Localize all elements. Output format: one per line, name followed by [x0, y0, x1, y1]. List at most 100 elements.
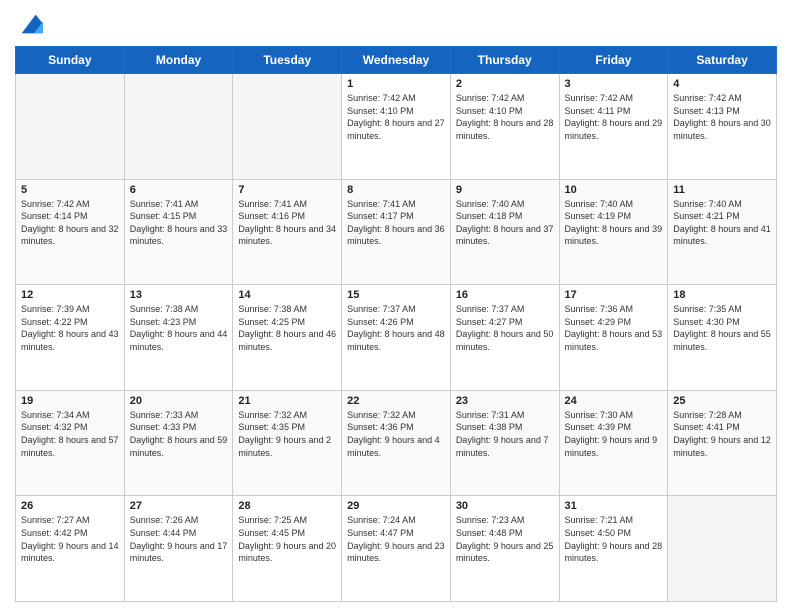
day-number: 30: [456, 500, 554, 512]
day-number: 9: [456, 184, 554, 196]
calendar-cell: 8 Sunrise: 7:41 AMSunset: 4:17 PMDaylight…: [342, 179, 451, 285]
calendar-cell: 29 Sunrise: 7:24 AMSunset: 4:47 PMDayligh…: [342, 496, 451, 602]
calendar-week-1: 1Sunrise: 7:42 AMSunset: 4:10 PMDaylight…: [16, 74, 777, 180]
calendar-week-5: 26 Sunrise: 7:27 AMSunset: 4:42 PMDayligh…: [16, 496, 777, 602]
day-info: Sunrise: 7:42 AMSunset: 4:10 PMDaylight:…: [347, 92, 445, 142]
calendar-cell: 11 Sunrise: 7:40 AMSunset: 4:21 PMDayligh…: [668, 179, 777, 285]
calendar-cell: 9 Sunrise: 7:40 AMSunset: 4:18 PMDaylight…: [450, 179, 559, 285]
calendar-cell: 31 Sunrise: 7:21 AMSunset: 4:50 PMDayligh…: [559, 496, 668, 602]
calendar-cell: 20 Sunrise: 7:33 AMSunset: 4:33 PMDayligh…: [124, 390, 233, 496]
day-info: Sunrise: 7:31 AMSunset: 4:38 PMDaylight:…: [456, 409, 554, 459]
day-info: Sunrise: 7:41 AMSunset: 4:15 PMDaylight:…: [130, 198, 228, 248]
day-number: 25: [673, 395, 771, 407]
day-info: Sunrise: 7:23 AMSunset: 4:48 PMDaylight:…: [456, 514, 554, 564]
day-header-friday: Friday: [559, 47, 668, 74]
day-info: Sunrise: 7:37 AMSunset: 4:26 PMDaylight:…: [347, 303, 445, 353]
day-info: Sunrise: 7:42 AMSunset: 4:13 PMDaylight:…: [673, 92, 771, 142]
calendar-cell: 15 Sunrise: 7:37 AMSunset: 4:26 PMDayligh…: [342, 285, 451, 391]
calendar-cell: 25Sunrise: 7:28 AMSunset: 4:41 PMDayligh…: [668, 390, 777, 496]
day-header-saturday: Saturday: [668, 47, 777, 74]
calendar-body: 1Sunrise: 7:42 AMSunset: 4:10 PMDaylight…: [16, 74, 777, 602]
day-info: Sunrise: 7:21 AMSunset: 4:50 PMDaylight:…: [565, 514, 663, 564]
day-number: 31: [565, 500, 663, 512]
calendar-cell: 21 Sunrise: 7:32 AMSunset: 4:35 PMDayligh…: [233, 390, 342, 496]
day-info: Sunrise: 7:40 AMSunset: 4:18 PMDaylight:…: [456, 198, 554, 248]
calendar-cell: 17 Sunrise: 7:36 AMSunset: 4:29 PMDayligh…: [559, 285, 668, 391]
day-number: 13: [130, 289, 228, 301]
day-info: Sunrise: 7:27 AMSunset: 4:42 PMDaylight:…: [21, 514, 119, 564]
calendar-cell: [16, 74, 125, 180]
day-header-tuesday: Tuesday: [233, 47, 342, 74]
calendar-cell: 28 Sunrise: 7:25 AMSunset: 4:45 PMDayligh…: [233, 496, 342, 602]
day-info: Sunrise: 7:33 AMSunset: 4:33 PMDaylight:…: [130, 409, 228, 459]
day-number: 16: [456, 289, 554, 301]
day-info: Sunrise: 7:30 AMSunset: 4:39 PMDaylight:…: [565, 409, 663, 459]
day-info: Sunrise: 7:38 AMSunset: 4:25 PMDaylight:…: [238, 303, 336, 353]
day-number: 26: [21, 500, 119, 512]
day-number: 15: [347, 289, 445, 301]
page: SundayMondayTuesdayWednesdayThursdayFrid…: [0, 0, 792, 612]
day-number: 2: [456, 78, 554, 90]
logo: [15, 10, 45, 38]
day-number: 29: [347, 500, 445, 512]
calendar-cell: 12 Sunrise: 7:39 AMSunset: 4:22 PMDayligh…: [16, 285, 125, 391]
day-number: 3: [565, 78, 663, 90]
day-info: Sunrise: 7:40 AMSunset: 4:19 PMDaylight:…: [565, 198, 663, 248]
day-header-sunday: Sunday: [16, 47, 125, 74]
day-info: Sunrise: 7:36 AMSunset: 4:29 PMDaylight:…: [565, 303, 663, 353]
calendar-cell: 16 Sunrise: 7:37 AMSunset: 4:27 PMDayligh…: [450, 285, 559, 391]
day-number: 20: [130, 395, 228, 407]
day-info: Sunrise: 7:25 AMSunset: 4:45 PMDaylight:…: [238, 514, 336, 564]
calendar-cell: 3Sunrise: 7:42 AMSunset: 4:11 PMDaylight…: [559, 74, 668, 180]
day-info: Sunrise: 7:26 AMSunset: 4:44 PMDaylight:…: [130, 514, 228, 564]
calendar-cell: 5Sunrise: 7:42 AMSunset: 4:14 PMDaylight…: [16, 179, 125, 285]
day-header-wednesday: Wednesday: [342, 47, 451, 74]
day-info: Sunrise: 7:38 AMSunset: 4:23 PMDaylight:…: [130, 303, 228, 353]
day-number: 23: [456, 395, 554, 407]
calendar-cell: 23 Sunrise: 7:31 AMSunset: 4:38 PMDayligh…: [450, 390, 559, 496]
day-info: Sunrise: 7:24 AMSunset: 4:47 PMDaylight:…: [347, 514, 445, 564]
day-number: 22: [347, 395, 445, 407]
calendar-week-3: 12 Sunrise: 7:39 AMSunset: 4:22 PMDayligh…: [16, 285, 777, 391]
calendar-cell: 1Sunrise: 7:42 AMSunset: 4:10 PMDaylight…: [342, 74, 451, 180]
day-header-monday: Monday: [124, 47, 233, 74]
calendar-cell: 26 Sunrise: 7:27 AMSunset: 4:42 PMDayligh…: [16, 496, 125, 602]
day-number: 7: [238, 184, 336, 196]
day-number: 12: [21, 289, 119, 301]
day-info: Sunrise: 7:42 AMSunset: 4:14 PMDaylight:…: [21, 198, 119, 248]
day-info: Sunrise: 7:32 AMSunset: 4:36 PMDaylight:…: [347, 409, 445, 459]
day-number: 11: [673, 184, 771, 196]
calendar-cell: 2Sunrise: 7:42 AMSunset: 4:10 PMDaylight…: [450, 74, 559, 180]
day-number: 10: [565, 184, 663, 196]
calendar-table: SundayMondayTuesdayWednesdayThursdayFrid…: [15, 46, 777, 602]
calendar-cell: 4 Sunrise: 7:42 AMSunset: 4:13 PMDaylight…: [668, 74, 777, 180]
day-info: Sunrise: 7:32 AMSunset: 4:35 PMDaylight:…: [238, 409, 336, 459]
day-number: 28: [238, 500, 336, 512]
day-number: 21: [238, 395, 336, 407]
calendar-cell: 6 Sunrise: 7:41 AMSunset: 4:15 PMDaylight…: [124, 179, 233, 285]
day-info: Sunrise: 7:34 AMSunset: 4:32 PMDaylight:…: [21, 409, 119, 459]
day-info: Sunrise: 7:37 AMSunset: 4:27 PMDaylight:…: [456, 303, 554, 353]
calendar-week-2: 5Sunrise: 7:42 AMSunset: 4:14 PMDaylight…: [16, 179, 777, 285]
calendar-cell: 14 Sunrise: 7:38 AMSunset: 4:25 PMDayligh…: [233, 285, 342, 391]
day-number: 19: [21, 395, 119, 407]
day-number: 14: [238, 289, 336, 301]
logo-icon: [17, 10, 45, 38]
calendar-cell: 13 Sunrise: 7:38 AMSunset: 4:23 PMDayligh…: [124, 285, 233, 391]
day-number: 8: [347, 184, 445, 196]
day-info: Sunrise: 7:41 AMSunset: 4:17 PMDaylight:…: [347, 198, 445, 248]
day-header-thursday: Thursday: [450, 47, 559, 74]
header: [15, 10, 777, 38]
day-info: Sunrise: 7:39 AMSunset: 4:22 PMDaylight:…: [21, 303, 119, 353]
day-number: 4: [673, 78, 771, 90]
day-number: 6: [130, 184, 228, 196]
day-number: 17: [565, 289, 663, 301]
calendar-cell: 24Sunrise: 7:30 AMSunset: 4:39 PMDayligh…: [559, 390, 668, 496]
calendar-cell: [233, 74, 342, 180]
day-number: 18: [673, 289, 771, 301]
calendar-cell: [124, 74, 233, 180]
day-info: Sunrise: 7:40 AMSunset: 4:21 PMDaylight:…: [673, 198, 771, 248]
calendar-cell: 27Sunrise: 7:26 AMSunset: 4:44 PMDayligh…: [124, 496, 233, 602]
calendar-cell: 30 Sunrise: 7:23 AMSunset: 4:48 PMDayligh…: [450, 496, 559, 602]
calendar-cell: 7Sunrise: 7:41 AMSunset: 4:16 PMDaylight…: [233, 179, 342, 285]
